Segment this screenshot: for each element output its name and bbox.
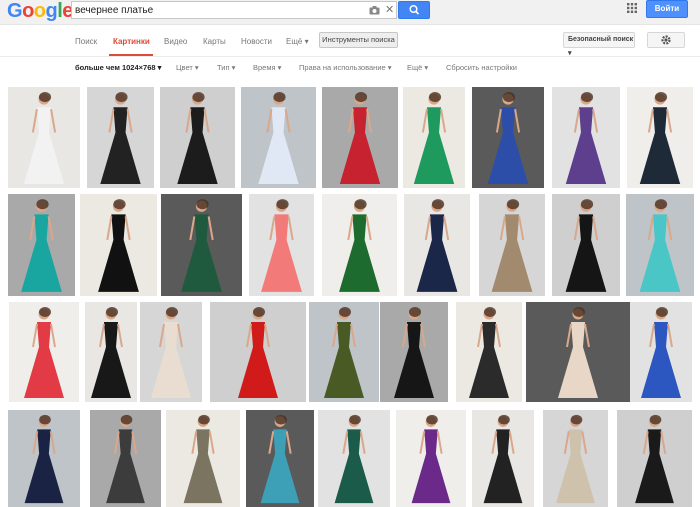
image-result-thumbnail[interactable] bbox=[479, 194, 545, 296]
image-result-thumbnail[interactable] bbox=[626, 194, 694, 296]
search-button[interactable] bbox=[398, 1, 430, 19]
image-result-thumbnail[interactable] bbox=[241, 87, 316, 188]
image-result-thumbnail[interactable] bbox=[552, 194, 620, 296]
filter-more[interactable]: Ещё ▾ bbox=[407, 63, 428, 72]
image-result-thumbnail[interactable] bbox=[318, 410, 390, 507]
nav-bar: Поиск Картинки Видео Карты Новости Ещё ▾… bbox=[0, 25, 700, 57]
image-results-grid bbox=[0, 80, 700, 507]
image-result-thumbnail[interactable] bbox=[140, 302, 202, 402]
image-result-thumbnail[interactable] bbox=[166, 410, 240, 507]
image-result-thumbnail[interactable] bbox=[87, 87, 154, 188]
logo-letter: g bbox=[45, 0, 58, 22]
search-input[interactable] bbox=[75, 4, 355, 17]
google-logo[interactable]: Google bbox=[7, 0, 73, 22]
image-result-thumbnail[interactable] bbox=[161, 194, 242, 296]
image-result-thumbnail[interactable] bbox=[210, 302, 306, 402]
image-result-thumbnail[interactable] bbox=[160, 87, 235, 188]
image-result-thumbnail[interactable] bbox=[380, 302, 448, 402]
tab-more[interactable]: Ещё ▾ bbox=[286, 37, 309, 46]
image-result-thumbnail[interactable] bbox=[9, 302, 79, 402]
image-result-thumbnail[interactable] bbox=[630, 302, 692, 402]
image-result-thumbnail[interactable] bbox=[456, 302, 522, 402]
tab-news[interactable]: Новости bbox=[241, 37, 272, 46]
top-bar: Google ✕ Войти bbox=[0, 0, 700, 25]
filter-reset[interactable]: Сбросить настройки bbox=[446, 63, 517, 72]
settings-button[interactable] bbox=[647, 32, 685, 48]
image-result-thumbnail[interactable] bbox=[617, 410, 692, 507]
image-result-thumbnail[interactable] bbox=[403, 87, 465, 188]
filter-type[interactable]: Тип ▾ bbox=[217, 63, 235, 72]
image-result-thumbnail[interactable] bbox=[396, 410, 466, 507]
filter-size[interactable]: больше чем 1024×768 ▾ bbox=[75, 63, 161, 72]
image-result-thumbnail[interactable] bbox=[526, 302, 630, 402]
filter-time[interactable]: Время ▾ bbox=[253, 63, 281, 72]
image-result-thumbnail[interactable] bbox=[249, 194, 314, 296]
image-result-thumbnail[interactable] bbox=[85, 302, 137, 402]
image-result-thumbnail[interactable] bbox=[90, 410, 161, 507]
filter-color[interactable]: Цвет ▾ bbox=[176, 63, 199, 72]
image-result-thumbnail[interactable] bbox=[543, 410, 608, 507]
camera-icon[interactable] bbox=[369, 6, 380, 15]
search-box[interactable]: ✕ bbox=[71, 1, 397, 19]
tab-search[interactable]: Поиск bbox=[75, 37, 97, 46]
image-result-thumbnail[interactable] bbox=[80, 194, 157, 296]
image-result-thumbnail[interactable] bbox=[8, 87, 80, 188]
tab-maps[interactable]: Карты bbox=[203, 37, 226, 46]
image-result-thumbnail[interactable] bbox=[322, 194, 397, 296]
apps-grid-icon[interactable] bbox=[627, 3, 637, 13]
filter-rights[interactable]: Права на использование ▾ bbox=[299, 63, 392, 72]
image-result-thumbnail[interactable] bbox=[472, 87, 544, 188]
image-result-thumbnail[interactable] bbox=[8, 410, 80, 507]
image-result-thumbnail[interactable] bbox=[627, 87, 693, 188]
image-result-thumbnail[interactable] bbox=[552, 87, 620, 188]
active-tab-underline bbox=[109, 54, 153, 56]
tab-video[interactable]: Видео bbox=[164, 37, 187, 46]
image-result-thumbnail[interactable] bbox=[309, 302, 379, 402]
filter-bar: больше чем 1024×768 ▾ Цвет ▾ Тип ▾ Время… bbox=[0, 57, 700, 77]
gear-icon bbox=[661, 35, 671, 45]
search-tools-button[interactable]: Инструменты поиска bbox=[319, 32, 398, 48]
tab-images[interactable]: Картинки bbox=[113, 37, 150, 46]
logo-letter: o bbox=[33, 0, 46, 22]
logo-letter: o bbox=[22, 0, 34, 22]
search-icon bbox=[409, 4, 420, 15]
logo-letter: G bbox=[7, 0, 23, 22]
image-result-thumbnail[interactable] bbox=[322, 87, 398, 188]
image-result-thumbnail[interactable] bbox=[472, 410, 534, 507]
image-result-thumbnail[interactable] bbox=[404, 194, 470, 296]
safesearch-dropdown[interactable]: Безопасный поиск ▾ bbox=[563, 32, 635, 57]
sign-in-button[interactable]: Войти bbox=[646, 0, 688, 18]
image-result-thumbnail[interactable] bbox=[8, 194, 75, 296]
image-result-thumbnail[interactable] bbox=[246, 410, 314, 507]
clear-icon[interactable]: ✕ bbox=[385, 4, 395, 16]
